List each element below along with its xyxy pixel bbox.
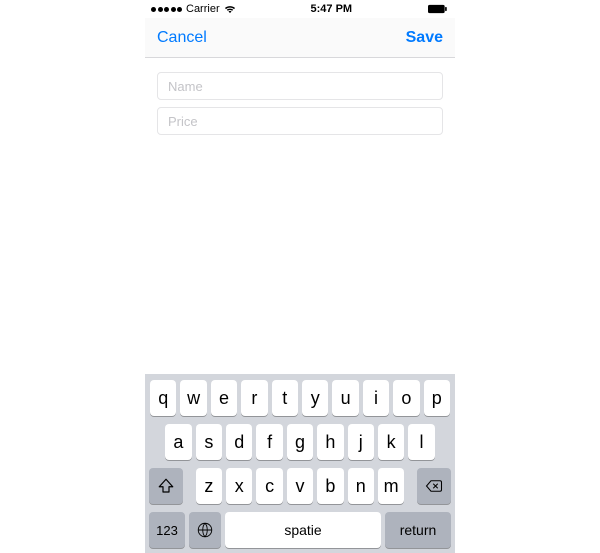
key-a[interactable]: a <box>165 424 191 460</box>
price-field[interactable] <box>157 107 443 135</box>
key-s[interactable]: s <box>196 424 222 460</box>
status-time: 5:47 PM <box>311 3 353 15</box>
ios-simulator-screen: Carrier 5:47 PM Cancel Save qwertyuiop a… <box>145 0 455 553</box>
form-content <box>145 58 455 374</box>
save-button[interactable]: Save <box>406 29 443 47</box>
key-l[interactable]: l <box>408 424 434 460</box>
name-field[interactable] <box>157 72 443 100</box>
shift-key[interactable] <box>149 468 183 504</box>
key-w[interactable]: w <box>180 380 206 416</box>
status-right <box>427 4 449 14</box>
navigation-bar: Cancel Save <box>145 18 455 58</box>
key-k[interactable]: k <box>378 424 404 460</box>
key-f[interactable]: f <box>256 424 282 460</box>
backspace-icon <box>425 477 443 495</box>
key-t[interactable]: t <box>272 380 298 416</box>
cancel-button[interactable]: Cancel <box>157 29 207 47</box>
keyboard-row-3: zxcvbnm <box>148 468 452 504</box>
key-j[interactable]: j <box>348 424 374 460</box>
key-h[interactable]: h <box>317 424 343 460</box>
software-keyboard: qwertyuiop asdfghjkl zxcvbnm 123 <box>145 374 455 553</box>
key-o[interactable]: o <box>393 380 419 416</box>
key-b[interactable]: b <box>317 468 343 504</box>
status-left: Carrier <box>151 3 236 15</box>
key-n[interactable]: n <box>348 468 374 504</box>
key-i[interactable]: i <box>363 380 389 416</box>
keyboard-row-4: 123 spatie return <box>148 512 452 548</box>
key-c[interactable]: c <box>256 468 282 504</box>
key-v[interactable]: v <box>287 468 313 504</box>
numbers-key[interactable]: 123 <box>149 512 185 548</box>
keyboard-row-1: qwertyuiop <box>148 380 452 416</box>
key-y[interactable]: y <box>302 380 328 416</box>
key-q[interactable]: q <box>150 380 176 416</box>
key-p[interactable]: p <box>424 380 450 416</box>
key-r[interactable]: r <box>241 380 267 416</box>
globe-key[interactable] <box>189 512 221 548</box>
key-d[interactable]: d <box>226 424 252 460</box>
space-key[interactable]: spatie <box>225 512 381 548</box>
wifi-icon <box>224 5 236 14</box>
globe-icon <box>196 521 214 539</box>
key-u[interactable]: u <box>332 380 358 416</box>
key-g[interactable]: g <box>287 424 313 460</box>
signal-strength-icon <box>151 7 182 12</box>
battery-icon <box>427 4 449 14</box>
key-z[interactable]: z <box>196 468 222 504</box>
key-e[interactable]: e <box>211 380 237 416</box>
backspace-key[interactable] <box>417 468 451 504</box>
return-key[interactable]: return <box>385 512 451 548</box>
key-m[interactable]: m <box>378 468 404 504</box>
carrier-label: Carrier <box>186 3 220 15</box>
keyboard-row-2: asdfghjkl <box>148 424 452 460</box>
key-x[interactable]: x <box>226 468 252 504</box>
status-bar: Carrier 5:47 PM <box>145 0 455 18</box>
shift-icon <box>157 477 175 495</box>
